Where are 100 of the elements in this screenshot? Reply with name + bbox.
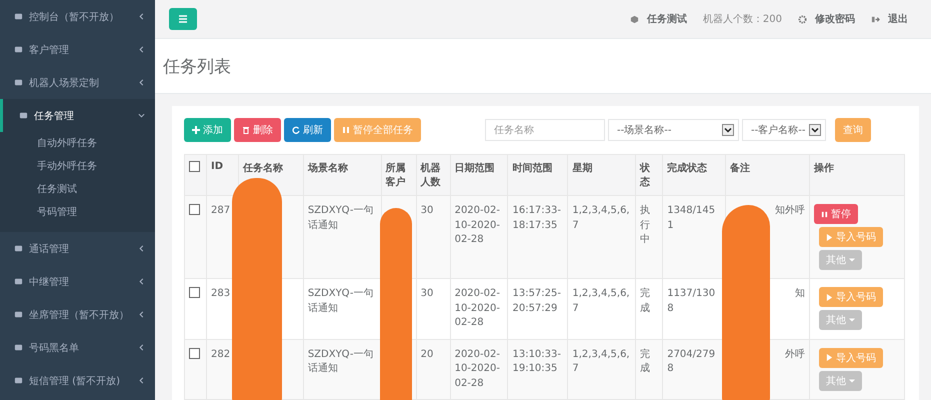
sidebar-item[interactable]: 通话管理 <box>0 232 155 265</box>
table-cell: 1,2,3,4,5,6,7 <box>572 288 630 314</box>
table-cell: 30 <box>420 288 434 299</box>
search-field[interactable]: 任务名称 <box>485 119 605 141</box>
column-header: ID <box>210 161 224 172</box>
table-cell: 1,2,3,4,5,6,7 <box>572 205 630 230</box>
column-header: 时间范围 <box>512 163 552 174</box>
sidebar-subitem[interactable]: 号码管理 <box>0 201 155 224</box>
table-cell: 13:10:33-19:10:35 <box>512 348 561 374</box>
menu-icon <box>14 45 23 54</box>
column-header: 日期范围 <box>454 163 495 174</box>
menu-icon <box>178 15 188 24</box>
table-cell: 完成 <box>640 348 650 374</box>
play-icon <box>826 234 833 240</box>
menu-icon <box>14 310 23 319</box>
delete-button[interactable]: 删除 <box>234 118 281 142</box>
table-cell: 执行中 <box>640 205 650 245</box>
play-icon <box>826 354 833 361</box>
page-title: 任务列表 <box>163 56 231 78</box>
column-header: 操作 <box>814 163 834 174</box>
trash-icon <box>242 126 250 134</box>
pause-icon <box>820 210 828 218</box>
dropdown[interactable]: --场景名称-- <box>608 119 739 141</box>
menu-button[interactable] <box>169 8 197 30</box>
column-header: 状态 <box>640 163 650 188</box>
header-link[interactable]: 修改密码 <box>815 12 855 26</box>
sidebar-item[interactable]: 机器人场景定制 <box>0 66 155 99</box>
settings-icon <box>798 14 807 24</box>
sidebar-subitem[interactable]: 自动外呼任务 <box>0 132 155 155</box>
table-cell: SZDXYQ-一句话通知 <box>308 348 374 374</box>
add-button[interactable]: 添加 <box>184 118 231 142</box>
table-cell: 1348/1451 <box>667 205 716 230</box>
menu-icon <box>14 277 23 286</box>
sidebar-subitem[interactable]: 任务测试 <box>0 178 155 201</box>
row-checkbox[interactable] <box>189 348 200 358</box>
header-link[interactable]: 退出 <box>888 12 908 26</box>
column-header: 所属客户 <box>386 163 406 188</box>
table-cell: 知外呼 <box>774 205 805 216</box>
table-cell: SZDXYQ-一句话通知 <box>308 288 374 314</box>
column-header: 任务名称 <box>242 163 283 174</box>
menu-icon <box>19 111 28 120</box>
table-cell: 282 <box>210 348 230 360</box>
menu-icon <box>14 376 23 385</box>
sidebar-item[interactable]: 号码黑名单 <box>0 331 155 364</box>
menu-icon <box>14 78 23 87</box>
chevron-icon <box>138 278 145 285</box>
sidebar-item[interactable]: 中继管理 <box>0 265 155 298</box>
table-cell: 13:57:25-20:57:29 <box>512 288 561 314</box>
table-cell: 283 <box>210 288 230 299</box>
sidebar-item[interactable]: 控制台（暂不开放） <box>0 0 155 33</box>
menu-icon <box>14 244 23 253</box>
refresh-icon <box>292 126 300 134</box>
sidebar-item[interactable]: 客户管理 <box>0 33 155 66</box>
chevron-icon <box>138 377 145 384</box>
chevron-icon <box>138 46 145 53</box>
chevron-icon <box>138 344 145 351</box>
table-cell: 2020-02-10-2020-02-28 <box>454 348 500 388</box>
column-header: 完成状态 <box>667 163 708 174</box>
table-cell: 287 <box>210 205 230 216</box>
caret-icon <box>848 317 855 323</box>
table-cell: 外呼 <box>784 348 805 360</box>
caret-icon <box>848 378 855 384</box>
table-cell: 30 <box>420 205 434 216</box>
column-header: 场景名称 <box>308 163 348 174</box>
table-cell: SZDXYQ-一句话通知 <box>308 205 374 230</box>
table-cell: 2704/2798 <box>667 348 716 374</box>
logout-icon <box>871 14 880 24</box>
caret-icon <box>848 257 855 263</box>
table-cell: 1137/1308 <box>667 288 716 314</box>
table-cell: 知 <box>794 288 805 299</box>
menu-icon <box>14 12 23 21</box>
chevron-icon <box>138 245 145 252</box>
table-cell: 1,2,3,4,5,6,7 <box>572 348 630 374</box>
sidebar-item[interactable]: 坐席管理（暂不开放） <box>0 298 155 331</box>
table-cell: 2020-02-10-2020-02-28 <box>454 288 500 328</box>
sidebar-item[interactable]: 任务管理 <box>0 99 155 132</box>
row-checkbox[interactable] <box>189 204 200 215</box>
sidebar-subitem[interactable]: 手动外呼任务 <box>0 155 155 178</box>
plus-icon <box>192 126 200 134</box>
column-header: 机器人数 <box>420 163 441 188</box>
play-icon <box>826 294 833 300</box>
chevron-icon <box>138 13 145 20</box>
header-link[interactable]: 任务测试 <box>646 12 687 26</box>
table-cell: 2020-02-10-2020-02-28 <box>454 205 500 245</box>
dropdown[interactable]: --客户名称-- <box>742 119 826 141</box>
chevron-icon <box>138 79 145 86</box>
table-cell: 完成 <box>640 288 650 314</box>
robot-count: 机器人个数：200 <box>702 12 782 26</box>
chevron-icon <box>138 311 145 318</box>
column-header: 星期 <box>572 163 592 174</box>
pause-button[interactable]: 暂停 <box>814 204 858 224</box>
sidebar-item[interactable]: 短信管理 (暂不开放) <box>0 364 155 397</box>
select-all-checkbox[interactable] <box>189 161 200 172</box>
chevron-icon <box>138 112 145 119</box>
row-checkbox[interactable] <box>189 287 200 298</box>
refresh-button[interactable]: 刷新 <box>284 118 331 142</box>
cube-icon <box>630 14 639 24</box>
column-header: 备注 <box>730 163 750 174</box>
table-cell: 20 <box>420 348 434 360</box>
menu-icon <box>14 343 23 352</box>
